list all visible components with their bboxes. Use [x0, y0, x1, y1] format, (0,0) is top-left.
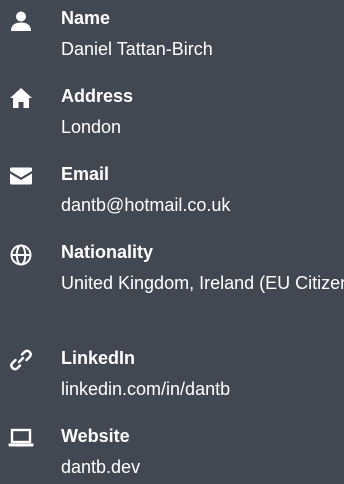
- contact-text-email: Email dantb@hotmail.co.uk: [61, 163, 344, 219]
- globe-icon: [8, 243, 34, 267]
- email-value[interactable]: dantb@hotmail.co.uk: [61, 191, 344, 219]
- contact-text-address: Address London: [61, 85, 344, 141]
- website-link[interactable]: dantb.dev: [61, 453, 344, 481]
- contact-text-nationality: Nationality United Kingdom, Ireland (EU …: [61, 241, 344, 297]
- person-icon: [8, 9, 34, 33]
- contact-text-linkedin: LinkedIn linkedin.com/in/dantb: [61, 347, 344, 403]
- linkedin-label: LinkedIn: [61, 348, 136, 368]
- envelope-icon: [8, 164, 34, 188]
- laptop-icon: [8, 426, 34, 450]
- contact-text-name: Name Daniel Tattan-Birch: [61, 7, 344, 63]
- home-icon: [8, 86, 34, 110]
- nationality-label: Nationality: [61, 242, 154, 262]
- name-label: Name: [61, 8, 111, 28]
- linkedin-link[interactable]: linkedin.com/in/dantb: [61, 375, 344, 403]
- address-value: London: [61, 117, 122, 137]
- contact-info-list: Name Daniel Tattan-Birch Address London …: [0, 0, 344, 484]
- website-label: Website: [61, 426, 130, 446]
- name-value: Daniel Tattan-Birch: [61, 39, 213, 59]
- contact-text-website: Website dantb.dev: [61, 425, 344, 481]
- link-icon: [8, 348, 34, 372]
- nationality-value: United Kingdom, Ireland (EU Citizen): [61, 273, 344, 293]
- email-label: Email: [61, 164, 110, 184]
- address-label: Address: [61, 86, 134, 106]
